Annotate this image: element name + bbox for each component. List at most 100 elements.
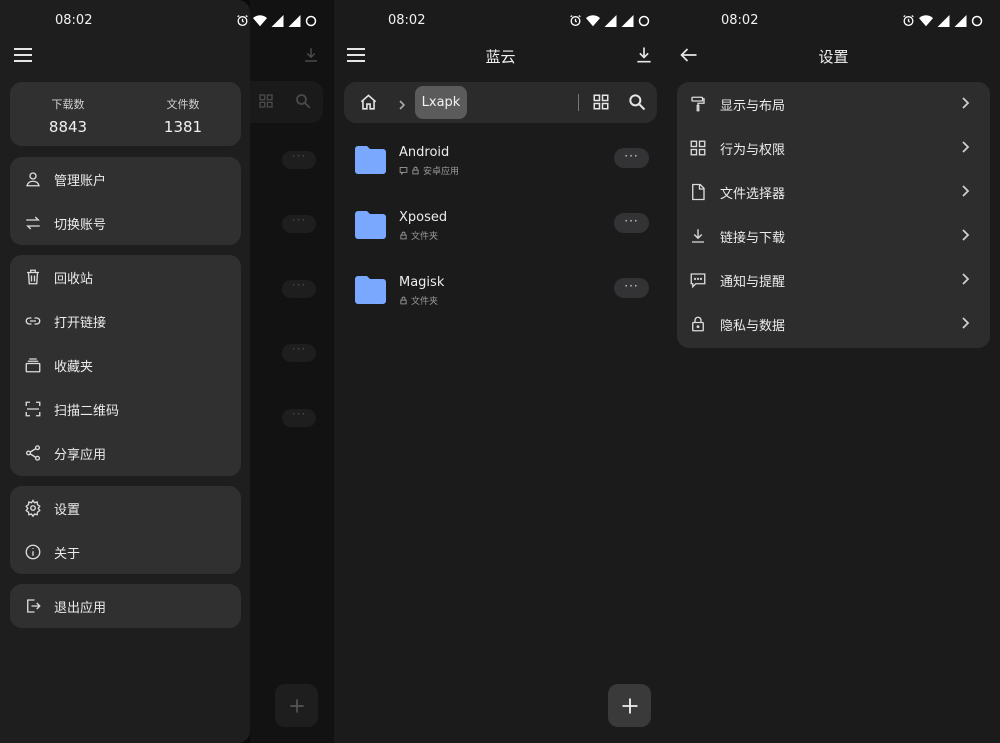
more-button[interactable]: ···: [614, 213, 649, 233]
menu-item-label: 收藏夹: [54, 359, 94, 375]
chevron-right-icon: [960, 95, 970, 114]
status-bar: 08:02: [334, 0, 667, 40]
settings-item-notifications[interactable]: 通知与提醒: [677, 258, 990, 302]
more-button[interactable]: ···: [614, 278, 649, 298]
list-item-folder[interactable]: Xposed 文件夹 ···: [334, 196, 667, 256]
link-icon: [22, 310, 44, 332]
page-title: 蓝云: [485, 48, 516, 66]
settings-item-label: 隐私与数据: [720, 319, 786, 334]
menu-item-label: 扫描二维码: [54, 403, 120, 419]
gear-icon: [22, 497, 44, 519]
menu-item-open-link[interactable]: 打开链接: [10, 299, 241, 343]
tools-card: 回收站 打开链接 收藏夹 扫描二维码 分享应用: [10, 255, 241, 476]
status-bar: 08:02: [667, 0, 1000, 40]
app-card: 设置 关于: [10, 486, 241, 574]
menu-item-label: 管理账户: [54, 173, 107, 189]
folder-icon: [353, 145, 388, 179]
settings-item-behavior[interactable]: 行为与权限: [677, 126, 990, 170]
settings-item-label: 行为与权限: [720, 143, 786, 158]
menu-item-about[interactable]: 关于: [10, 530, 241, 574]
menu-item-favorites[interactable]: 收藏夹: [10, 343, 241, 387]
settings-item-links-downloads[interactable]: 链接与下载: [677, 214, 990, 258]
chevron-right-icon: [960, 271, 970, 290]
stat-downloads: 下载数 8843: [28, 96, 108, 136]
settings-list: 显示与布局 行为与权限 文件选择器 链接与下载 通知与提醒 隐私与数据: [677, 82, 990, 348]
list-item-folder[interactable]: Android 安卓应用 ···: [334, 131, 667, 191]
info-icon: [22, 541, 44, 563]
wifi-icon: [919, 14, 933, 26]
more-button[interactable]: ···: [614, 148, 649, 168]
menu-icon[interactable]: [13, 47, 33, 67]
status-icons: [902, 14, 983, 27]
folder-name: Magisk: [399, 275, 445, 290]
menu-item-label: 分享应用: [54, 447, 107, 463]
dimmed-add-button: [275, 684, 318, 727]
menu-item-settings[interactable]: 设置: [10, 486, 241, 530]
grid-view-icon[interactable]: [592, 93, 610, 115]
dimmed-search-bar: [250, 81, 323, 123]
lock-icon: [400, 231, 407, 240]
wifi-icon: [253, 14, 267, 26]
folder-meta: 文件夹: [399, 229, 438, 242]
add-button[interactable]: [608, 684, 651, 727]
signal-icon: [271, 14, 284, 27]
menu-item-label: 退出应用: [54, 600, 107, 616]
account-card: 管理账户 切换账号: [10, 157, 241, 245]
folder-name: Android: [399, 145, 450, 160]
chevron-right-icon: [960, 227, 970, 246]
search-icon[interactable]: [627, 92, 647, 116]
menu-item-label: 回收站: [54, 271, 94, 287]
status-icons: [236, 14, 317, 27]
chevron-right-icon: [960, 315, 970, 334]
menu-item-share-app[interactable]: 分享应用: [10, 431, 241, 475]
plus-icon: [622, 698, 637, 713]
breadcrumb-current[interactable]: Lxapk: [415, 86, 467, 119]
menu-item-switch-account[interactable]: 切换账号: [10, 201, 241, 245]
more-icon: ···: [624, 214, 639, 228]
menu-item-manage-account[interactable]: 管理账户: [10, 157, 241, 201]
settings-item-label: 链接与下载: [720, 231, 786, 246]
signal-icon: [288, 14, 301, 27]
home-icon[interactable]: [359, 93, 378, 116]
menu-item-exit[interactable]: 退出应用: [10, 584, 241, 628]
chevron-right-icon: [397, 96, 407, 115]
menu-item-scan-qr[interactable]: 扫描二维码: [10, 387, 241, 431]
navigation-drawer: 08:02 下载数 8843 文件数 1381 管理账户 切换账号 回收站 打开…: [0, 0, 317, 743]
stat-label: 文件数: [166, 98, 200, 111]
signal-icon: [621, 14, 634, 27]
trash-icon: [22, 266, 44, 288]
folder-icon: [353, 275, 388, 309]
status-bar: 08:02: [0, 0, 317, 40]
settings-item-privacy[interactable]: 隐私与数据: [677, 302, 990, 346]
lock-icon: [412, 166, 419, 175]
menu-item-label: 打开链接: [54, 315, 107, 331]
menu-item-label: 切换账号: [54, 217, 107, 233]
breadcrumb: Lxapk: [344, 82, 657, 123]
battery-icon: [305, 15, 317, 26]
lock-icon: [687, 313, 709, 335]
signal-icon: [604, 14, 617, 27]
status-icons: [569, 14, 650, 27]
list-item-folder[interactable]: Magisk 文件夹 ···: [334, 261, 667, 321]
collection-icon: [22, 354, 44, 376]
folder-meta-text: 安卓应用: [423, 167, 460, 177]
settings-item-label: 显示与布局: [720, 99, 786, 114]
battery-icon: [971, 15, 983, 26]
page-title: 设置: [818, 48, 849, 66]
settings-item-label: 通知与提醒: [720, 275, 786, 290]
settings-item-display[interactable]: 显示与布局: [677, 82, 990, 126]
settings-screen: 08:02 设置 显示与布局 行为与权限 文件选择器 链接与下载 通知与提醒 隐…: [667, 0, 1000, 743]
alarm-icon: [903, 15, 914, 27]
file-icon: [687, 181, 709, 203]
settings-item-file-picker[interactable]: 文件选择器: [677, 170, 990, 214]
dimmed-more-button: [282, 278, 316, 298]
menu-item-recycle-bin[interactable]: 回收站: [10, 255, 241, 299]
swap-icon: [22, 212, 44, 234]
folder-meta-text: 文件夹: [411, 232, 439, 242]
more-icon: ···: [624, 149, 639, 163]
dimmed-more-button: [282, 407, 316, 427]
alarm-icon: [237, 15, 248, 27]
status-time: 08:02: [721, 13, 759, 28]
download-icon[interactable]: [634, 45, 654, 69]
stat-files: 文件数 1381: [143, 96, 223, 136]
